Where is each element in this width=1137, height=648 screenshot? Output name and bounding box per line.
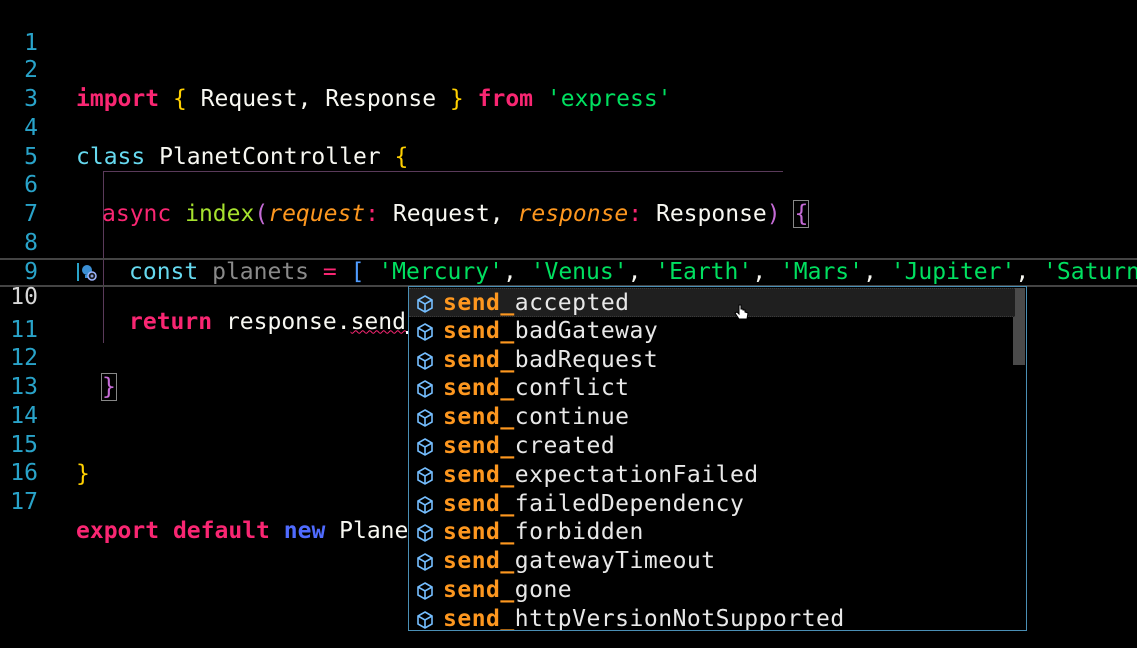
code-line-7[interactable]: 7 [0, 171, 1137, 227]
suggest-rest: conflict [514, 375, 630, 402]
code-line-9[interactable]: 9 [0, 229, 1137, 285]
suggest-match: send_ [443, 290, 515, 316]
code-line-1[interactable]: 1 [0, 0, 1137, 56]
suggest-match: send_ [443, 317, 515, 344]
hand-cursor-icon [734, 304, 749, 320]
code-line-3[interactable]: 3 [0, 56, 1137, 112]
suggest-label: send_httpVersionNotSupported [443, 605, 845, 631]
suggest-item[interactable]: send_badGateway [409, 317, 1015, 346]
suggest-rest: expectationFailed [514, 461, 759, 488]
suggest-match: send_ [443, 346, 515, 373]
property-cube-icon [417, 582, 433, 600]
suggest-label: send_created [443, 432, 615, 461]
suggest-rest: created [514, 433, 616, 459]
code-line-6[interactable]: 6 async index(request: Request, response… [0, 142, 1137, 228]
suggest-match: send_ [443, 490, 515, 517]
suggest-item[interactable]: send_created [409, 432, 1015, 461]
suggest-match: send_ [443, 433, 515, 459]
suggest-label: send_conflict [443, 374, 630, 403]
suggest-label: send_forbidden [443, 518, 644, 547]
suggest-match: send_ [443, 577, 515, 603]
code-line-2[interactable]: 2 import { Request, Response } from 'exp… [0, 27, 1137, 112]
suggest-rest: gatewayTimeout [514, 548, 716, 575]
suggest-item[interactable]: send_continue [409, 403, 1015, 432]
lightbulb-icon[interactable] [76, 261, 98, 283]
property-cube-icon [417, 351, 433, 370]
suggest-item[interactable]: send_accepted [409, 288, 1015, 317]
suggest-rest: httpVersionNotSupported [514, 605, 845, 631]
suggest-match: send_ [443, 404, 515, 431]
suggest-label: send_badRequest [443, 346, 658, 375]
suggest-match: send_ [443, 375, 515, 402]
suggest-item[interactable]: send_badRequest [409, 346, 1015, 375]
suggest-rest: accepted [514, 290, 630, 316]
property-cube-icon [417, 553, 433, 572]
code-line-5[interactable]: 5 [0, 114, 1137, 170]
suggest-item[interactable]: send_httpVersionNotSupported [409, 605, 1015, 631]
property-cube-icon [417, 380, 433, 399]
code-line-8[interactable]: 8 const planets = [ 'Mercury', 'Venus', … [0, 200, 1137, 285]
suggest-label: send_failedDependency [443, 490, 744, 519]
suggest-item[interactable]: send_gone [409, 576, 1015, 605]
suggest-rest: continue [514, 404, 630, 431]
suggest-label: send_gatewayTimeout [443, 547, 716, 576]
suggest-match: send_ [443, 548, 515, 575]
suggest-item[interactable]: send_failedDependency [409, 490, 1015, 519]
line-number: 17 [10, 488, 38, 515]
property-cube-icon [417, 610, 433, 629]
property-cube-icon [417, 295, 433, 313]
property-cube-icon [417, 495, 433, 514]
suggest-item[interactable]: send_expectationFailed [409, 461, 1015, 490]
suggest-rest: gone [514, 577, 573, 603]
suggest-match: send_ [443, 461, 515, 488]
suggest-label: send_badGateway [443, 317, 658, 346]
suggest-item[interactable]: send_gatewayTimeout [409, 547, 1015, 576]
property-cube-icon [417, 438, 433, 456]
property-cube-icon [417, 409, 433, 428]
suggest-match: send_ [443, 605, 515, 631]
suggest-match: send_ [443, 519, 515, 546]
code-line-10[interactable]: 10 return response.send [0, 258, 1137, 335]
keyword: default [172, 517, 270, 544]
suggest-label: send_continue [443, 403, 630, 432]
suggest-item[interactable]: send_forbidden [409, 518, 1015, 547]
code-line-4[interactable]: 4 class PlanetController { [0, 85, 1137, 170]
code-editor[interactable]: 1 2 import { Request, Response } from 'e… [0, 0, 1137, 648]
suggest-rest: badRequest [514, 346, 659, 373]
suggest-label: send_accepted [443, 289, 630, 318]
autocomplete-suggestions[interactable]: send_accepted send_badGateway send_badRequ… [408, 286, 1027, 631]
keyword: new [283, 517, 326, 544]
suggest-rest: failedDependency [514, 490, 745, 517]
property-cube-icon [417, 322, 433, 341]
suggest-item[interactable]: send_conflict [409, 374, 1015, 403]
property-cube-icon [417, 524, 433, 543]
suggest-rest: badGateway [514, 317, 659, 344]
keyword: export [76, 517, 160, 544]
suggest-label: send_gone [443, 576, 572, 605]
property-cube-icon [417, 466, 433, 485]
suggest-rest: forbidden [514, 519, 644, 546]
suggest-label: send_expectationFailed [443, 461, 759, 490]
code-text: export default new Planet [76, 517, 422, 546]
